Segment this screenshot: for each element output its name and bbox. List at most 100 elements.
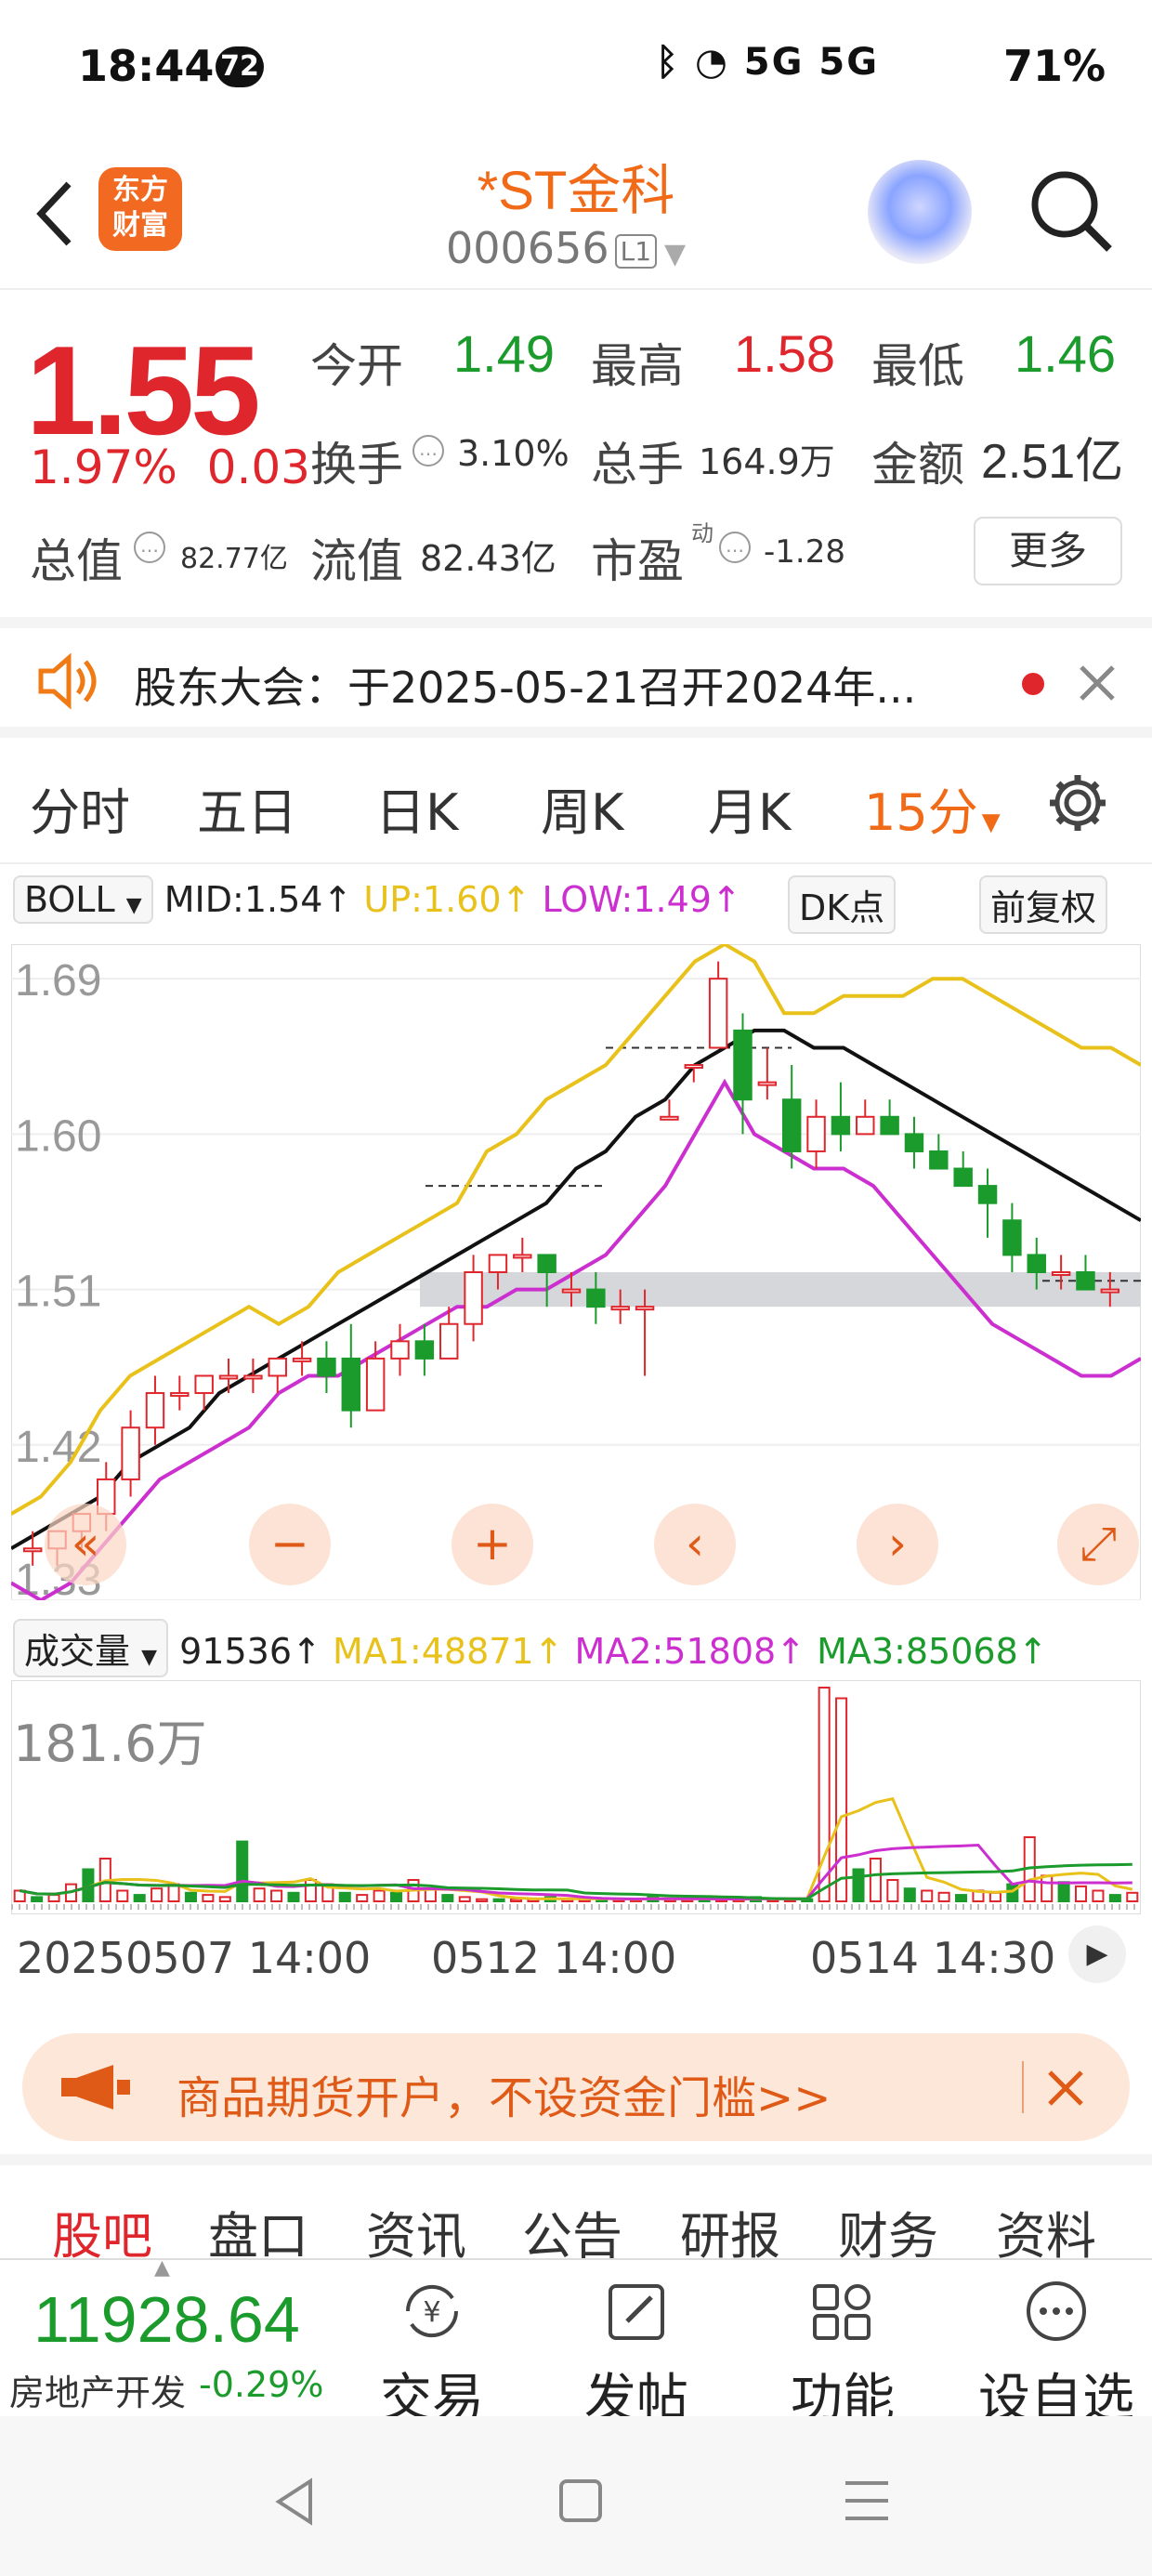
- wifi-icon: ◔: [694, 41, 729, 84]
- index-change: -0.29%: [199, 2364, 324, 2405]
- index-value[interactable]: 11928.64: [33, 2282, 300, 2357]
- x-label-start: 20250507 14:00: [17, 1933, 372, 1983]
- volume-bar: [852, 1868, 865, 1902]
- candle-body: [414, 1340, 435, 1360]
- add-watchlist-button[interactable]: 设自选: [970, 2279, 1143, 2432]
- candle-body: [1027, 1254, 1046, 1273]
- amount-value: 2.51亿: [981, 435, 1124, 489]
- adjust-button[interactable]: 前复权: [979, 875, 1108, 934]
- tab-five-day[interactable]: 五日: [197, 771, 297, 845]
- pan-left-icon[interactable]: ‹: [654, 1504, 736, 1585]
- level-badge: L1: [614, 234, 658, 269]
- yen-exchange-icon: ¥: [405, 2284, 459, 2338]
- settings-gear-icon[interactable]: [1044, 769, 1111, 836]
- chevron-down-icon: ▼: [664, 238, 687, 270]
- volume-bar: [253, 1887, 266, 1902]
- info-icon[interactable]: …: [134, 532, 165, 563]
- y-tick-label: 1.69: [15, 956, 101, 1005]
- candle-body: [121, 1426, 140, 1480]
- tab-intraday[interactable]: 分时: [30, 771, 130, 845]
- trade-button[interactable]: ¥ 交易: [353, 2279, 511, 2432]
- candle-body: [880, 1115, 899, 1136]
- status-bar: 18:44 72 ᛒ ◔ 5G 5G 71%: [0, 0, 1152, 139]
- stock-name: *ST金科: [477, 161, 675, 221]
- volume-bar: [133, 1894, 146, 1903]
- kline-plot[interactable]: 1.691.601.511.421.33« − + ‹ › ⤢: [11, 944, 1141, 1600]
- candle-body: [561, 1288, 582, 1294]
- svg-text:«: «: [72, 1517, 100, 1571]
- svg-text:⤢: ⤢: [1080, 1517, 1117, 1571]
- volume-bar: [184, 1891, 197, 1903]
- volume-bar: [955, 1894, 968, 1903]
- volume-bar: [373, 1889, 386, 1902]
- pe-dynamic-marker: 动: [691, 520, 713, 546]
- price-change: 1.97% 0.03: [30, 440, 310, 494]
- period-tabs: 分时 五日 日K 周K 月K 15分 ▼: [0, 743, 1152, 864]
- system-icons: ᛒ ◔ 5G 5G: [656, 41, 879, 84]
- candle-body: [708, 978, 728, 1049]
- notice-banner[interactable]: 股东大会：于2025-05-21召开2024年...: [0, 617, 1152, 738]
- scroll-right-button[interactable]: ▶: [1068, 1925, 1126, 1983]
- pan-right-icon[interactable]: ›: [857, 1504, 938, 1585]
- volume-bar: [304, 1879, 317, 1902]
- fullscreen-icon[interactable]: ⤢: [1057, 1504, 1139, 1585]
- bluetooth-icon: ᛒ: [656, 41, 680, 84]
- more-dots-icon: [1027, 2281, 1086, 2341]
- volume-bar: [1126, 1891, 1139, 1903]
- tab-15min[interactable]: 15分 ▼: [864, 771, 1001, 845]
- volume-bar: [441, 1894, 454, 1903]
- nav-back-icon[interactable]: [271, 2476, 318, 2528]
- volume-bar: [903, 1887, 916, 1902]
- candle-body: [365, 1357, 386, 1412]
- dk-point-button[interactable]: DK点: [788, 875, 897, 934]
- info-icon[interactable]: …: [412, 435, 444, 467]
- candle-body: [1002, 1219, 1022, 1256]
- post-button[interactable]: 发帖: [557, 2279, 715, 2432]
- close-icon[interactable]: [1044, 2067, 1087, 2109]
- candle-body: [488, 1254, 508, 1273]
- volume-bar: [47, 1894, 60, 1903]
- turnover-label: 换手: [310, 438, 403, 492]
- volume-bar: [202, 1894, 215, 1903]
- candle-body: [929, 1150, 949, 1170]
- info-icon[interactable]: …: [719, 532, 751, 563]
- volume-bar: [236, 1840, 249, 1903]
- quote-panel: 1.55 1.97% 0.03 今开 1.49 最高 1.58 最低 1.46 …: [0, 292, 1152, 613]
- vol-ma2: MA2:51808↑: [574, 1631, 806, 1672]
- promo-banner[interactable]: 商品期货开户，不设资金门槛>>: [22, 2033, 1130, 2141]
- fast-back-icon[interactable]: «: [45, 1504, 126, 1585]
- search-icon[interactable]: [1026, 165, 1115, 255]
- high-label: 最高: [591, 339, 684, 393]
- assistant-robot-icon[interactable]: [868, 160, 972, 264]
- close-icon[interactable]: [1076, 662, 1119, 704]
- stock-code[interactable]: 000656 L1 ▼: [446, 223, 686, 273]
- tab-weekly-k[interactable]: 周K: [541, 771, 623, 845]
- more-button[interactable]: 更多: [974, 517, 1122, 585]
- volume-bar: [835, 1697, 848, 1902]
- nav-menu-icon[interactable]: [842, 2477, 892, 2524]
- svg-text:‹: ‹: [686, 1517, 704, 1571]
- tab-daily-k[interactable]: 日K: [375, 771, 458, 845]
- edit-icon: [609, 2284, 664, 2340]
- status-time: 18:44: [78, 41, 215, 91]
- promo-text: 商品期货开户，不设资金门槛>>: [177, 2072, 831, 2124]
- volume-value: 164.9万: [699, 441, 835, 482]
- volume-bar: [869, 1858, 882, 1902]
- zoom-in-icon[interactable]: +: [452, 1504, 533, 1585]
- boll-legend: BOLL ▼ MID:1.54↑ UP:1.60↑ LOW:1.49↑: [13, 875, 741, 935]
- tab-monthly-k[interactable]: 月K: [708, 771, 791, 845]
- boll-up: UP:1.60↑: [363, 879, 531, 920]
- function-button[interactable]: 功能: [764, 2279, 922, 2432]
- volume-indicator-select[interactable]: 成交量 ▼: [13, 1619, 169, 1677]
- candle-body: [610, 1306, 630, 1311]
- indicator-select[interactable]: BOLL ▼: [13, 875, 153, 924]
- volume-bar: [818, 1687, 831, 1902]
- volume-value: 91536↑: [179, 1631, 321, 1672]
- nav-home-icon[interactable]: [557, 2477, 604, 2524]
- svg-text:−: −: [270, 1517, 309, 1571]
- y-tick-label: 1.51: [15, 1268, 101, 1317]
- candle-body: [341, 1357, 361, 1412]
- volume-bar: [270, 1889, 283, 1902]
- high-value: 1.58: [734, 324, 835, 383]
- zoom-out-icon[interactable]: −: [249, 1504, 331, 1585]
